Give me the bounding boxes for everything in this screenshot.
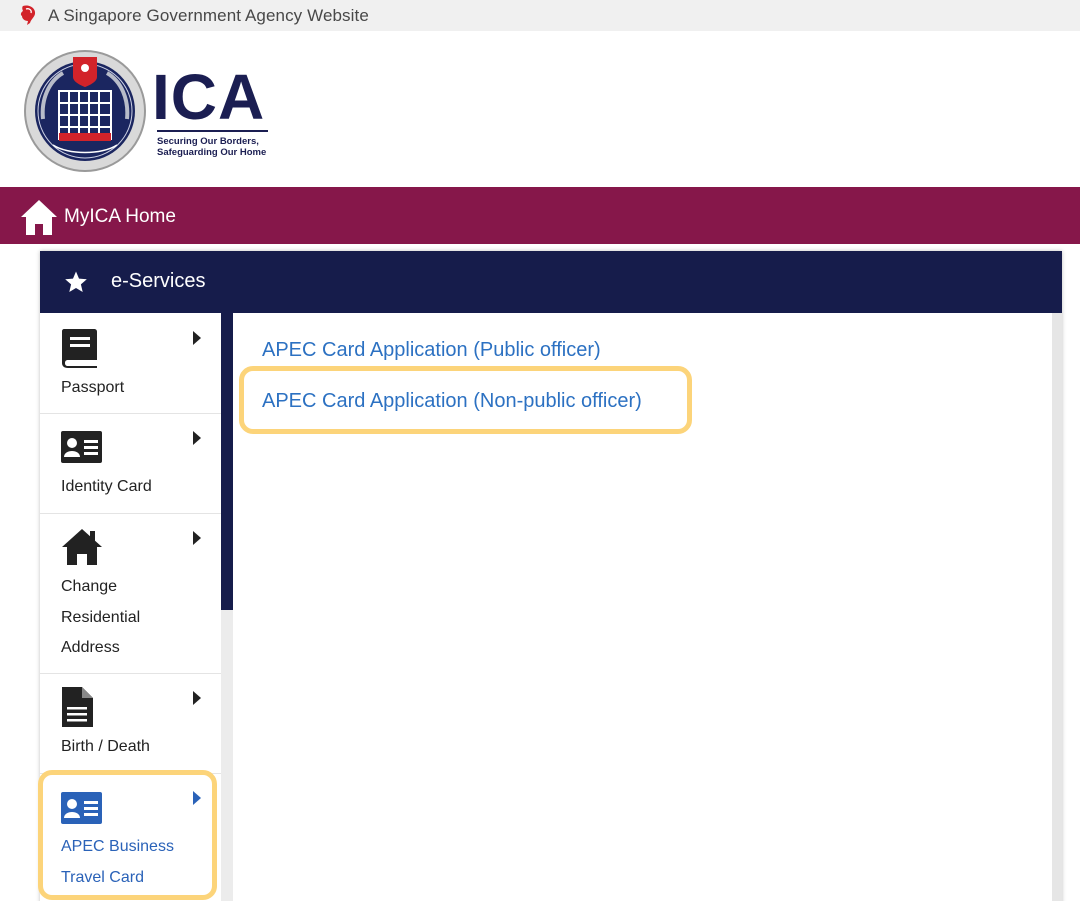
business-card-icon <box>61 792 102 824</box>
sidebar-item-apec-business-travel-card[interactable]: APEC Business Travel Card <box>40 773 221 901</box>
content-scrollbar-track[interactable] <box>1052 313 1062 901</box>
tagline-line-1: Securing Our Borders, <box>157 136 259 147</box>
sidebar-item-change-address[interactable]: Change Residential Address <box>40 513 221 673</box>
lion-head-icon <box>20 5 36 26</box>
myica-home-link[interactable]: MyICA Home <box>64 206 176 228</box>
apec-non-public-officer-link[interactable]: APEC Card Application (Non-public office… <box>262 390 642 413</box>
caret-right-icon <box>193 431 201 445</box>
book-icon <box>62 329 97 368</box>
government-agency-text: A Singapore Government Agency Website <box>48 6 369 25</box>
caret-right-icon <box>193 791 201 805</box>
sidebar-item-label-line-2: Residential <box>61 609 141 626</box>
sidebar-item-label: Birth / Death <box>61 738 150 755</box>
sidebar-item-label-line-1: Change <box>61 578 118 595</box>
home-icon <box>62 529 102 565</box>
caret-right-icon <box>193 531 201 545</box>
home-icon[interactable] <box>19 197 59 237</box>
apec-public-officer-link[interactable]: APEC Card Application (Public officer) <box>262 339 601 362</box>
ica-crest-icon[interactable] <box>23 49 147 173</box>
ica-tagline: Securing Our Borders, Safeguarding Our H… <box>157 136 287 158</box>
sidebar-item-label-line-2: Travel Card <box>61 869 144 886</box>
caret-right-icon <box>193 691 201 705</box>
document-icon <box>62 687 93 727</box>
sidebar-item-passport[interactable]: Passport <box>40 313 221 413</box>
caret-right-icon <box>193 331 201 345</box>
sidebar-item-identity-card[interactable]: Identity Card <box>40 413 221 513</box>
sidebar-item-label-line-3: Address <box>61 639 120 656</box>
star-icon <box>65 271 87 292</box>
government-agency-bar: A Singapore Government Agency Website <box>0 0 1080 31</box>
ica-logo-text[interactable]: ICA <box>152 65 265 129</box>
sidebar-item-label: Identity Card <box>61 478 152 495</box>
eservices-content: APEC Card Application (Public officer) A… <box>233 313 1053 901</box>
id-card-icon <box>61 431 102 463</box>
eservices-sidebar: Passport Identity Card Change Residentia… <box>40 313 221 901</box>
site-header: ICA Securing Our Borders, Safeguarding O… <box>0 31 1080 187</box>
eservices-title: e-Services <box>111 270 206 292</box>
sidebar-scrollbar-track[interactable] <box>221 610 233 901</box>
sidebar-item-label-line-1: APEC Business <box>61 838 174 855</box>
logo-divider <box>157 130 268 132</box>
eservices-header: e-Services <box>40 251 1062 313</box>
eservices-panel: e-Services Passport Identity Card Change… <box>40 251 1062 901</box>
sidebar-active-indicator <box>221 313 233 610</box>
myica-nav-bar: MyICA Home <box>0 187 1080 244</box>
sidebar-item-label: Passport <box>61 379 125 396</box>
sidebar-item-birth-death[interactable]: Birth / Death <box>40 673 221 773</box>
tagline-line-2: Safeguarding Our Home <box>157 147 267 158</box>
